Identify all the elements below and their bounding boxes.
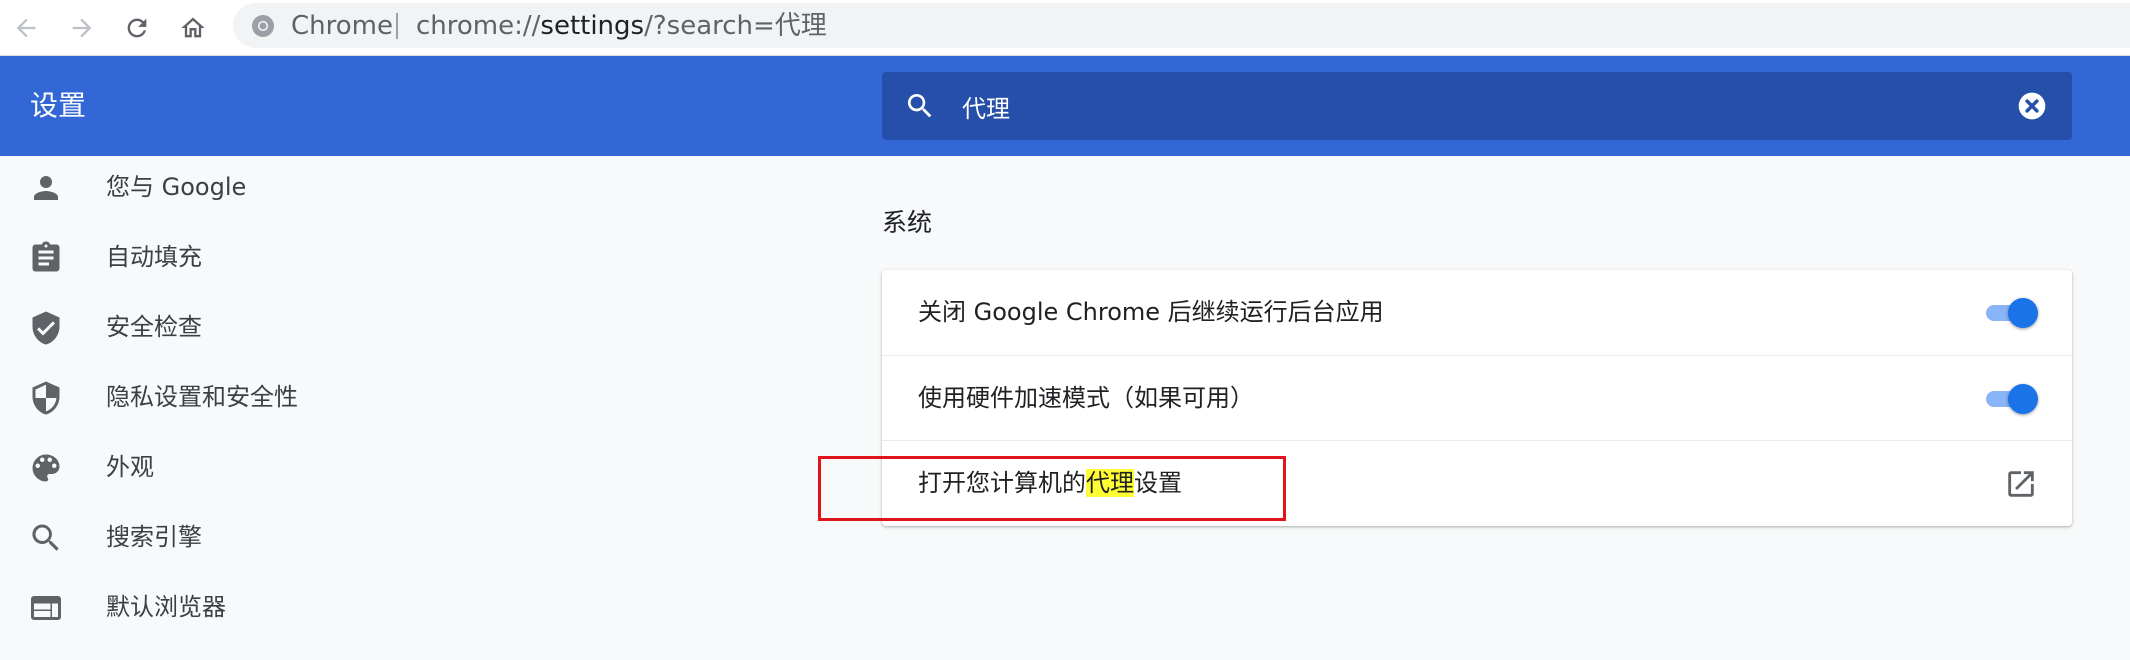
search-icon	[907, 94, 932, 118]
section-title-system: 系统	[882, 208, 933, 237]
search-input[interactable]	[962, 72, 1962, 140]
sidebar-item-label: 您与 Google	[106, 173, 247, 201]
sidebar-item-label: 隐私设置和安全性	[106, 383, 298, 411]
setting-row-hardware-acceleration[interactable]: 使用硬件加速模式（如果可用）	[882, 355, 2072, 440]
settings-search[interactable]	[882, 72, 2072, 140]
sidebar-item-privacy[interactable]: 隐私设置和安全性	[0, 366, 420, 426]
sidebar-item-default-browser[interactable]: 默认浏览器	[0, 576, 420, 636]
search-icon	[32, 524, 59, 551]
hardware-acceleration-toggle[interactable]	[1982, 384, 2038, 414]
back-button[interactable]	[6, 8, 46, 48]
omnibox-separator	[396, 13, 398, 39]
browser-window-icon	[31, 596, 61, 620]
address-bar[interactable]: Chrome chrome://settings/?search=代理	[233, 3, 2130, 48]
toggle-knob	[2008, 298, 2038, 328]
sidebar-item-label: 安全检查	[106, 313, 202, 341]
setting-row-background-apps[interactable]: 关闭 Google Chrome 后继续运行后台应用	[882, 270, 2072, 355]
sidebar-item-appearance[interactable]: 外观	[0, 436, 420, 496]
setting-label: 关闭 Google Chrome 后继续运行后台应用	[918, 298, 1384, 326]
sidebar-item-autofill[interactable]: 自动填充	[0, 226, 420, 286]
shield-half-icon	[32, 381, 60, 415]
sidebar-item-search-engine[interactable]: 搜索引擎	[0, 506, 420, 566]
person-icon	[34, 176, 58, 200]
annotation-highlight-box	[818, 456, 1286, 521]
shield-check-icon	[32, 311, 60, 345]
browser-toolbar: Chrome chrome://settings/?search=代理	[0, 0, 2130, 56]
clear-search-icon[interactable]	[2016, 90, 2048, 122]
home-button[interactable]	[173, 8, 213, 48]
page-title: 设置	[30, 89, 87, 122]
sidebar-item-safety-check[interactable]: 安全检查	[0, 296, 420, 356]
url-host: settings	[540, 11, 645, 41]
setting-label: 使用硬件加速模式（如果可用）	[918, 384, 1254, 412]
reload-icon	[127, 18, 147, 38]
url-text[interactable]: chrome://settings/?search=代理	[416, 11, 827, 41]
sidebar-item-label: 自动填充	[106, 243, 202, 271]
reload-button[interactable]	[117, 8, 157, 48]
sidebar-item-you-and-google[interactable]: 您与 Google	[0, 156, 420, 216]
settings-header: 设置	[0, 56, 2130, 156]
url-scheme: chrome://	[416, 11, 541, 41]
back-arrow-icon	[16, 18, 36, 38]
external-link-icon[interactable]	[2004, 467, 2038, 501]
palette-icon	[32, 454, 60, 482]
chrome-logo-icon	[252, 15, 274, 37]
home-icon	[181, 17, 205, 38]
sidebar-item-label: 外观	[106, 453, 154, 481]
clipboard-icon	[32, 241, 60, 272]
forward-button[interactable]	[62, 8, 102, 48]
sidebar-item-label: 默认浏览器	[106, 593, 226, 621]
sidebar-item-label: 搜索引擎	[106, 523, 202, 551]
toggle-knob	[2008, 384, 2038, 414]
background-apps-toggle[interactable]	[1982, 298, 2038, 328]
site-name: Chrome	[291, 11, 393, 41]
url-path: /?search=代理	[644, 11, 827, 41]
forward-arrow-icon	[72, 18, 92, 38]
